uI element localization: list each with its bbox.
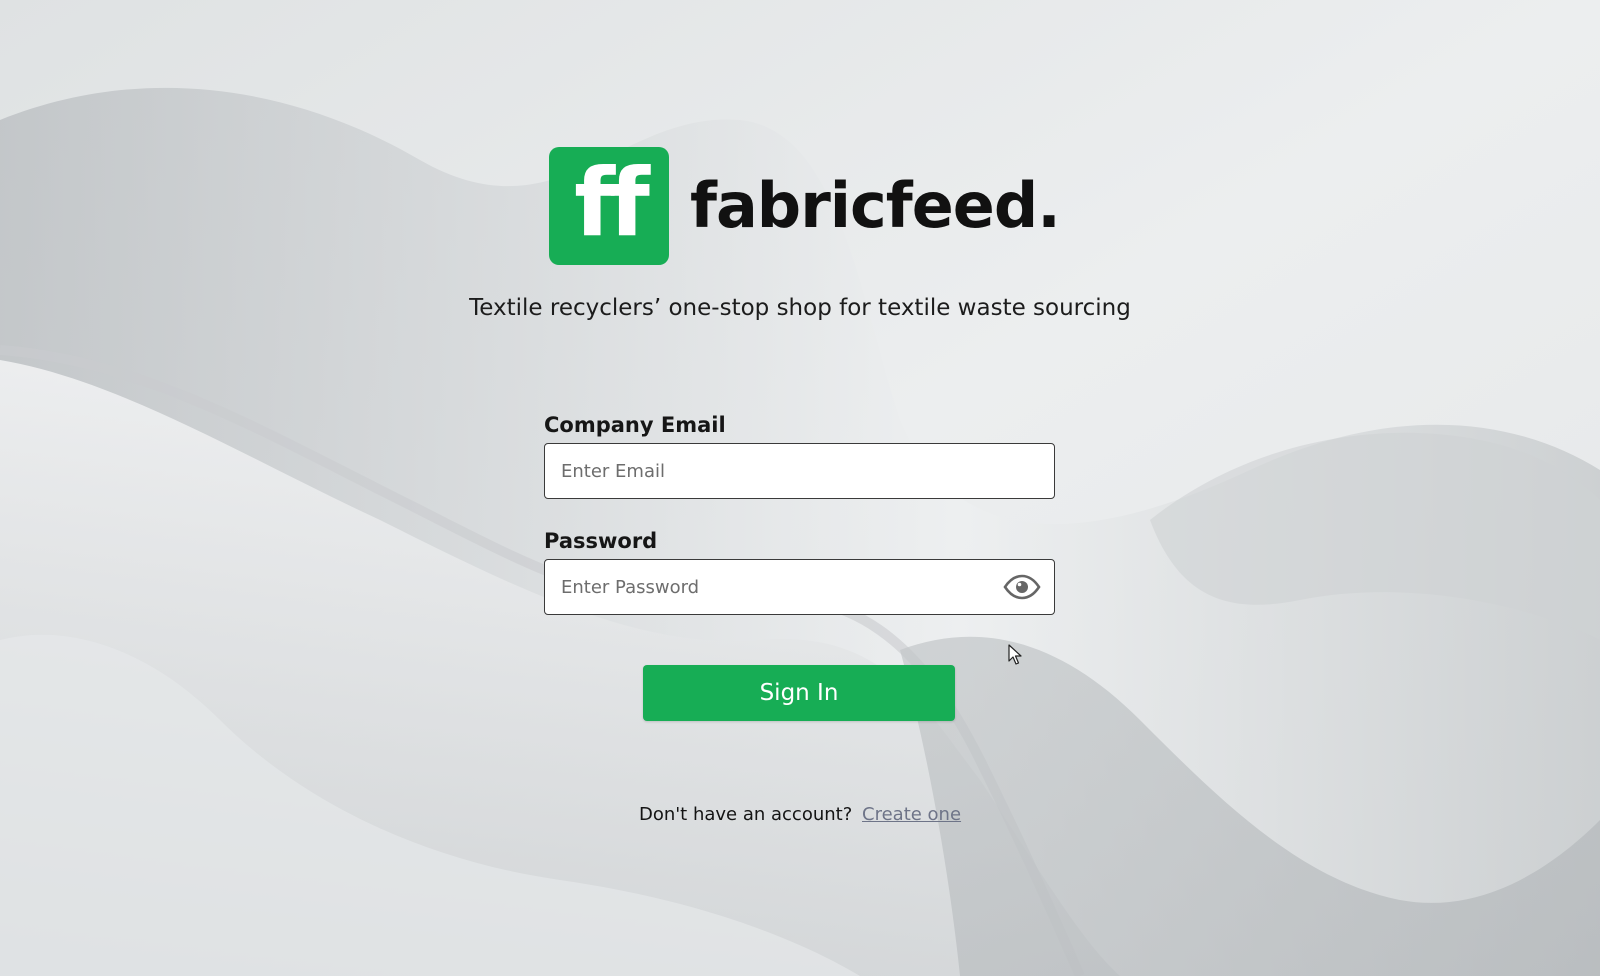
signup-prompt-text: Don't have an account?: [638, 804, 853, 825]
tagline: Textile recyclers’ one-stop shop for tex…: [469, 295, 1131, 321]
mouse-pointer-icon: [1008, 644, 1022, 665]
logo-mark: ff: [549, 147, 669, 265]
email-field[interactable]: [545, 444, 1054, 498]
login-form: Company Email Password: [544, 410, 1055, 642]
password-field[interactable]: [545, 560, 1054, 614]
password-label: Password: [544, 529, 658, 553]
password-field-wrapper: [544, 559, 1055, 615]
brand-logo: ff fabricfeed.: [549, 147, 1061, 265]
email-field-wrapper: [544, 443, 1055, 499]
brand-wordmark: fabricfeed.: [690, 169, 1061, 242]
signup-prompt: Don't have an account? Create one: [0, 804, 1600, 825]
sign-in-button[interactable]: Sign In: [643, 665, 955, 721]
email-label: Company Email: [544, 413, 726, 437]
eye-icon[interactable]: [1003, 574, 1041, 600]
create-account-link[interactable]: Create one: [862, 804, 961, 825]
